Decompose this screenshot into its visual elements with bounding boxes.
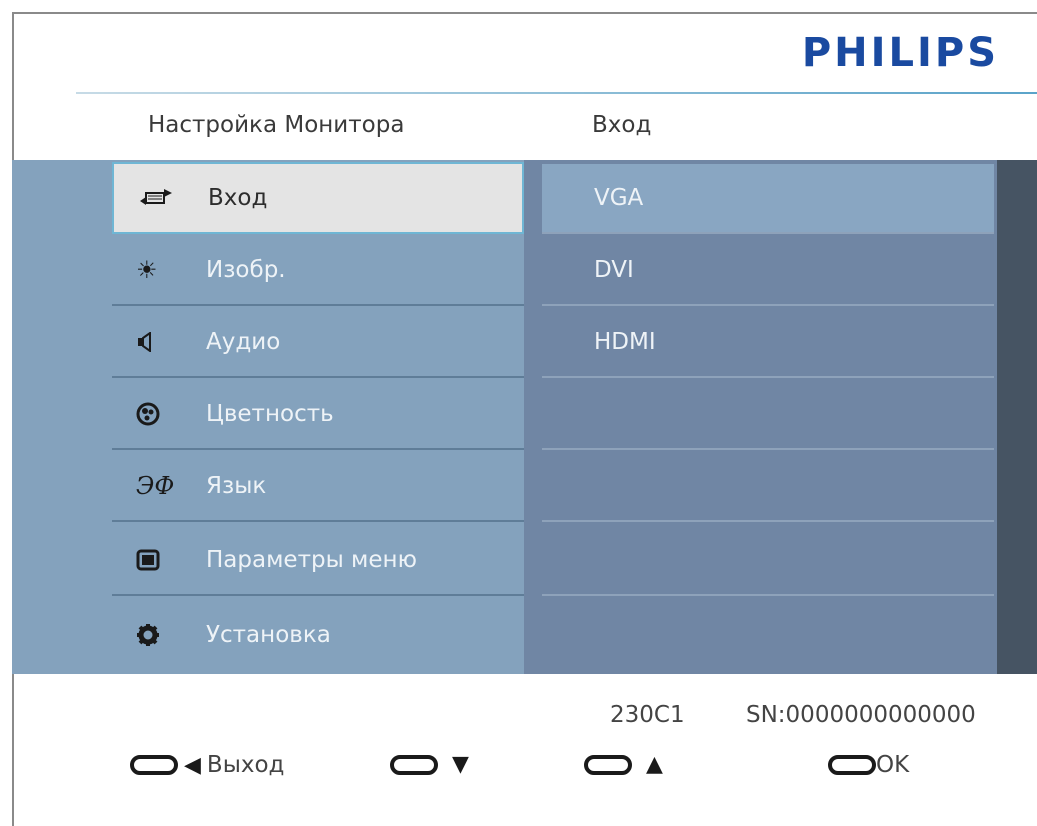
submenu-title: Вход — [592, 112, 652, 138]
brand-logo: PHILIPS — [801, 30, 999, 76]
ok-label: OK — [876, 752, 910, 778]
input-icon — [138, 187, 198, 209]
header-divider — [76, 92, 1037, 94]
option-label: VGA — [594, 185, 644, 211]
menu-item-input[interactable]: Вход — [112, 162, 524, 234]
menu-item-label: Изобр. — [206, 257, 286, 283]
serial-number: SN:0000000000000 — [746, 702, 976, 728]
osd-panel: Вход ☀ Изобр. Аудио Цветность ЭФ Язык Па… — [12, 160, 1037, 674]
exit-label: Выход — [206, 752, 285, 778]
option-dvi[interactable]: DVI — [542, 236, 994, 306]
option-empty — [542, 452, 994, 522]
option-empty — [542, 526, 994, 596]
menu-item-label: Цветность — [206, 401, 334, 427]
menu-item-label: Установка — [206, 622, 331, 648]
menu-item-audio[interactable]: Аудио — [112, 308, 524, 378]
menu-item-osd-settings[interactable]: Параметры меню — [112, 526, 524, 596]
button-icon — [130, 755, 178, 775]
menu-item-label: Аудио — [206, 329, 281, 355]
button-icon — [390, 754, 438, 775]
up-control[interactable]: ▲ — [584, 752, 663, 777]
menu-title: Настройка Монитора — [148, 112, 405, 138]
speaker-icon — [136, 332, 196, 352]
menu-item-setup[interactable]: Установка — [112, 600, 524, 670]
option-empty — [542, 380, 994, 450]
up-arrow-icon: ▲ — [646, 752, 663, 777]
brightness-icon: ☀ — [136, 256, 158, 284]
ok-control[interactable]: OK — [828, 752, 909, 778]
exit-control[interactable]: ◀ Выход — [130, 752, 284, 778]
menu-item-language[interactable]: ЭФ Язык — [112, 452, 524, 522]
option-hdmi[interactable]: HDMI — [542, 308, 994, 378]
down-arrow-icon: ▼ — [452, 752, 469, 777]
setup-icon — [136, 623, 196, 647]
option-vga[interactable]: VGA — [542, 164, 994, 234]
menu-item-label: Язык — [206, 473, 267, 499]
down-control[interactable]: ▼ — [390, 752, 469, 777]
button-icon — [584, 754, 632, 775]
menu-item-label: Вход — [208, 185, 268, 211]
left-arrow-icon: ◀ — [184, 752, 201, 778]
scroll-area — [997, 160, 1037, 674]
color-icon — [136, 402, 196, 426]
language-icon: ЭФ — [136, 472, 175, 500]
button-icon — [828, 755, 876, 775]
option-label: DVI — [594, 257, 634, 283]
menu-item-picture[interactable]: ☀ Изобр. — [112, 236, 524, 306]
menu-settings-icon — [136, 549, 196, 571]
model-number: 230C1 — [610, 702, 685, 728]
menu-item-label: Параметры меню — [206, 547, 417, 573]
option-empty — [542, 600, 994, 670]
menu-item-color[interactable]: Цветность — [112, 380, 524, 450]
option-label: HDMI — [594, 329, 656, 355]
